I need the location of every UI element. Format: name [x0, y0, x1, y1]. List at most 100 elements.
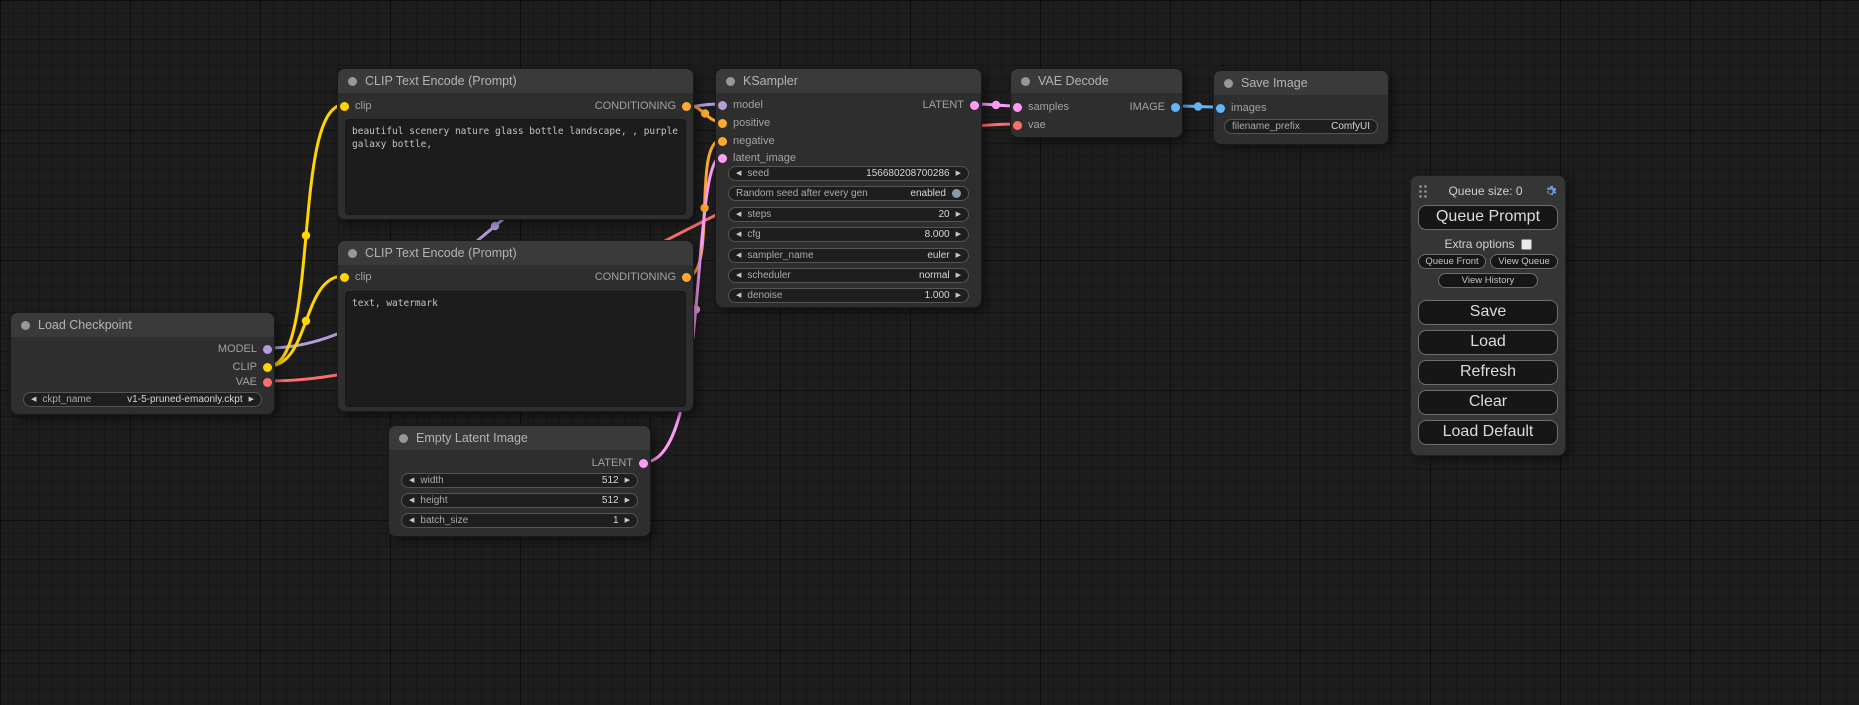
widget-seed[interactable]: seed 156680208700286	[728, 166, 969, 181]
view-queue-button[interactable]: View Queue	[1490, 254, 1558, 269]
save-button[interactable]: Save	[1418, 300, 1558, 325]
slot-label: positive	[733, 117, 770, 129]
collapse-dot-icon[interactable]	[726, 77, 735, 86]
decrement-arrow-icon[interactable]	[736, 292, 741, 299]
node-save-image[interactable]: Save Image images filename_prefix ComfyU…	[1213, 70, 1389, 145]
prev-value-arrow-icon[interactable]	[736, 252, 741, 259]
increment-arrow-icon[interactable]	[956, 231, 961, 238]
prompt-textarea[interactable]: beautiful scenery nature glass bottle la…	[345, 119, 686, 215]
widget-label: scheduler	[747, 270, 790, 281]
widget-filename-prefix[interactable]: filename_prefix ComfyUI	[1224, 119, 1378, 134]
decrement-arrow-icon[interactable]	[736, 231, 741, 238]
input-port-vae[interactable]	[1013, 121, 1022, 130]
view-history-button[interactable]: View History	[1438, 273, 1539, 288]
slot-label: LATENT	[592, 457, 633, 469]
node-empty-latent-image[interactable]: Empty Latent Image LATENT width 512 heig…	[388, 425, 651, 537]
load-button[interactable]: Load	[1418, 330, 1558, 355]
load-default-button[interactable]: Load Default	[1418, 420, 1558, 445]
link-midpoint-dot	[992, 101, 1000, 109]
widget-width[interactable]: width 512	[401, 473, 638, 488]
widget-value: enabled	[910, 188, 946, 199]
output-port-latent[interactable]	[970, 101, 979, 110]
prev-value-arrow-icon[interactable]	[736, 272, 741, 279]
increment-arrow-icon[interactable]	[625, 477, 630, 484]
widget-ckpt-name[interactable]: ckpt_name v1-5-pruned-emaonly.ckpt	[23, 392, 262, 407]
input-port-clip[interactable]	[340, 273, 349, 282]
output-slot-image: IMAGE	[1130, 100, 1180, 114]
node-titlebar[interactable]: Empty Latent Image	[389, 426, 650, 450]
increment-arrow-icon[interactable]	[956, 211, 961, 218]
output-port-conditioning[interactable]	[682, 273, 691, 282]
increment-arrow-icon[interactable]	[956, 170, 961, 177]
decrement-arrow-icon[interactable]	[736, 170, 741, 177]
link-wire-clip-negative	[269, 276, 344, 366]
input-port-positive[interactable]	[718, 119, 727, 128]
node-ksampler[interactable]: KSampler model positive negative latent_…	[715, 68, 982, 308]
input-port-model[interactable]	[718, 101, 727, 110]
collapse-dot-icon[interactable]	[348, 77, 357, 86]
node-load-checkpoint[interactable]: Load Checkpoint MODEL CLIP VAE ckpt_name…	[10, 312, 275, 415]
next-value-arrow-icon[interactable]	[956, 252, 961, 259]
widget-scheduler[interactable]: scheduler normal	[728, 268, 969, 283]
output-port-clip[interactable]	[263, 363, 272, 372]
node-titlebar[interactable]: Save Image	[1214, 71, 1388, 95]
prompt-textarea[interactable]: text, watermark	[345, 291, 686, 407]
node-titlebar[interactable]: CLIP Text Encode (Prompt)	[338, 69, 693, 93]
widget-batch-size[interactable]: batch_size 1	[401, 513, 638, 528]
settings-gear-icon[interactable]	[1543, 184, 1558, 199]
increment-arrow-icon[interactable]	[625, 517, 630, 524]
decrement-arrow-icon[interactable]	[736, 211, 741, 218]
collapse-dot-icon[interactable]	[348, 249, 357, 258]
output-port-conditioning[interactable]	[682, 102, 691, 111]
output-port-model[interactable]	[263, 345, 272, 354]
toggle-knob-icon[interactable]	[952, 189, 961, 198]
output-port-vae[interactable]	[263, 378, 272, 387]
widget-random-seed-toggle[interactable]: Random seed after every gen enabled	[728, 186, 969, 201]
extra-options-checkbox[interactable]	[1521, 239, 1532, 250]
queue-prompt-button[interactable]: Queue Prompt	[1418, 205, 1558, 230]
clear-button[interactable]: Clear	[1418, 390, 1558, 415]
node-graph-canvas[interactable]: Load Checkpoint MODEL CLIP VAE ckpt_name…	[0, 0, 1859, 705]
widget-label: Random seed after every gen	[736, 188, 868, 199]
node-titlebar[interactable]: KSampler	[716, 69, 981, 93]
increment-arrow-icon[interactable]	[625, 497, 630, 504]
collapse-dot-icon[interactable]	[1021, 77, 1030, 86]
node-titlebar[interactable]: VAE Decode	[1011, 69, 1182, 93]
widget-steps[interactable]: steps 20	[728, 207, 969, 222]
output-port-latent[interactable]	[639, 459, 648, 468]
node-clip-text-encode-negative[interactable]: CLIP Text Encode (Prompt) clip CONDITION…	[337, 240, 694, 412]
node-titlebar[interactable]: CLIP Text Encode (Prompt)	[338, 241, 693, 265]
collapse-dot-icon[interactable]	[1224, 79, 1233, 88]
refresh-button[interactable]: Refresh	[1418, 360, 1558, 385]
decrement-arrow-icon[interactable]	[409, 497, 414, 504]
node-title-text: KSampler	[743, 74, 798, 88]
widget-value: v1-5-pruned-emaonly.ckpt	[127, 394, 242, 405]
widget-denoise[interactable]: denoise 1.000	[728, 288, 969, 303]
input-port-latent-image[interactable]	[718, 154, 727, 163]
node-vae-decode[interactable]: VAE Decode samples vae IMAGE	[1010, 68, 1183, 138]
next-value-arrow-icon[interactable]	[249, 396, 254, 403]
queue-front-button[interactable]: Queue Front	[1418, 254, 1486, 269]
input-port-images[interactable]	[1216, 104, 1225, 113]
input-port-negative[interactable]	[718, 137, 727, 146]
decrement-arrow-icon[interactable]	[409, 517, 414, 524]
increment-arrow-icon[interactable]	[956, 292, 961, 299]
next-value-arrow-icon[interactable]	[956, 272, 961, 279]
prev-value-arrow-icon[interactable]	[31, 396, 36, 403]
input-port-clip[interactable]	[340, 102, 349, 111]
decrement-arrow-icon[interactable]	[409, 477, 414, 484]
widget-height[interactable]: height 512	[401, 493, 638, 508]
widget-sampler-name[interactable]: sampler_name euler	[728, 248, 969, 263]
widget-label: seed	[747, 168, 769, 179]
widget-label: filename_prefix	[1232, 121, 1300, 132]
node-clip-text-encode-positive[interactable]: CLIP Text Encode (Prompt) clip CONDITION…	[337, 68, 694, 220]
collapse-dot-icon[interactable]	[399, 434, 408, 443]
drag-handle-icon[interactable]	[1418, 184, 1428, 199]
collapse-dot-icon[interactable]	[21, 321, 30, 330]
node-titlebar[interactable]: Load Checkpoint	[11, 313, 274, 337]
input-port-samples[interactable]	[1013, 103, 1022, 112]
widget-cfg[interactable]: cfg 8.000	[728, 227, 969, 242]
widget-label: cfg	[747, 229, 760, 240]
output-port-image[interactable]	[1171, 103, 1180, 112]
input-slot-latent-image: latent_image	[718, 151, 796, 165]
